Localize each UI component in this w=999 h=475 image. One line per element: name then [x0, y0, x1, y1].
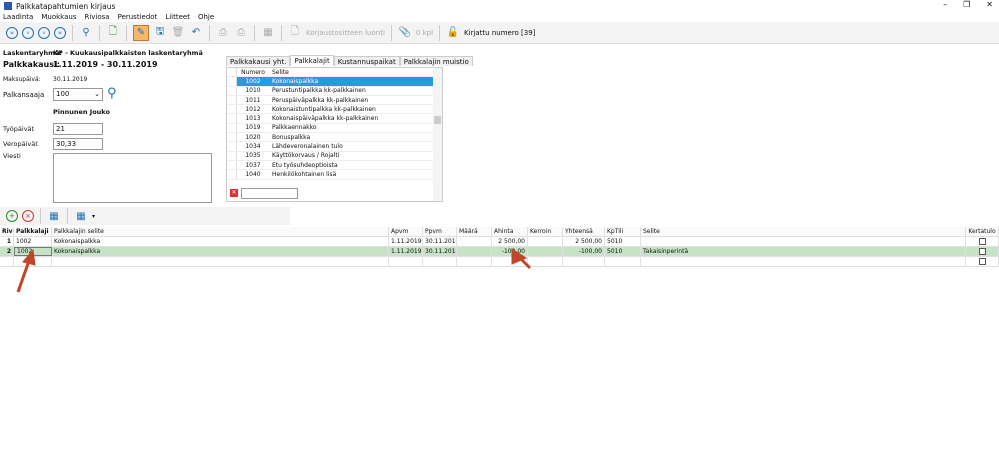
arrow-1-head: [22, 248, 36, 266]
annotation-arrows: [16, 248, 532, 293]
